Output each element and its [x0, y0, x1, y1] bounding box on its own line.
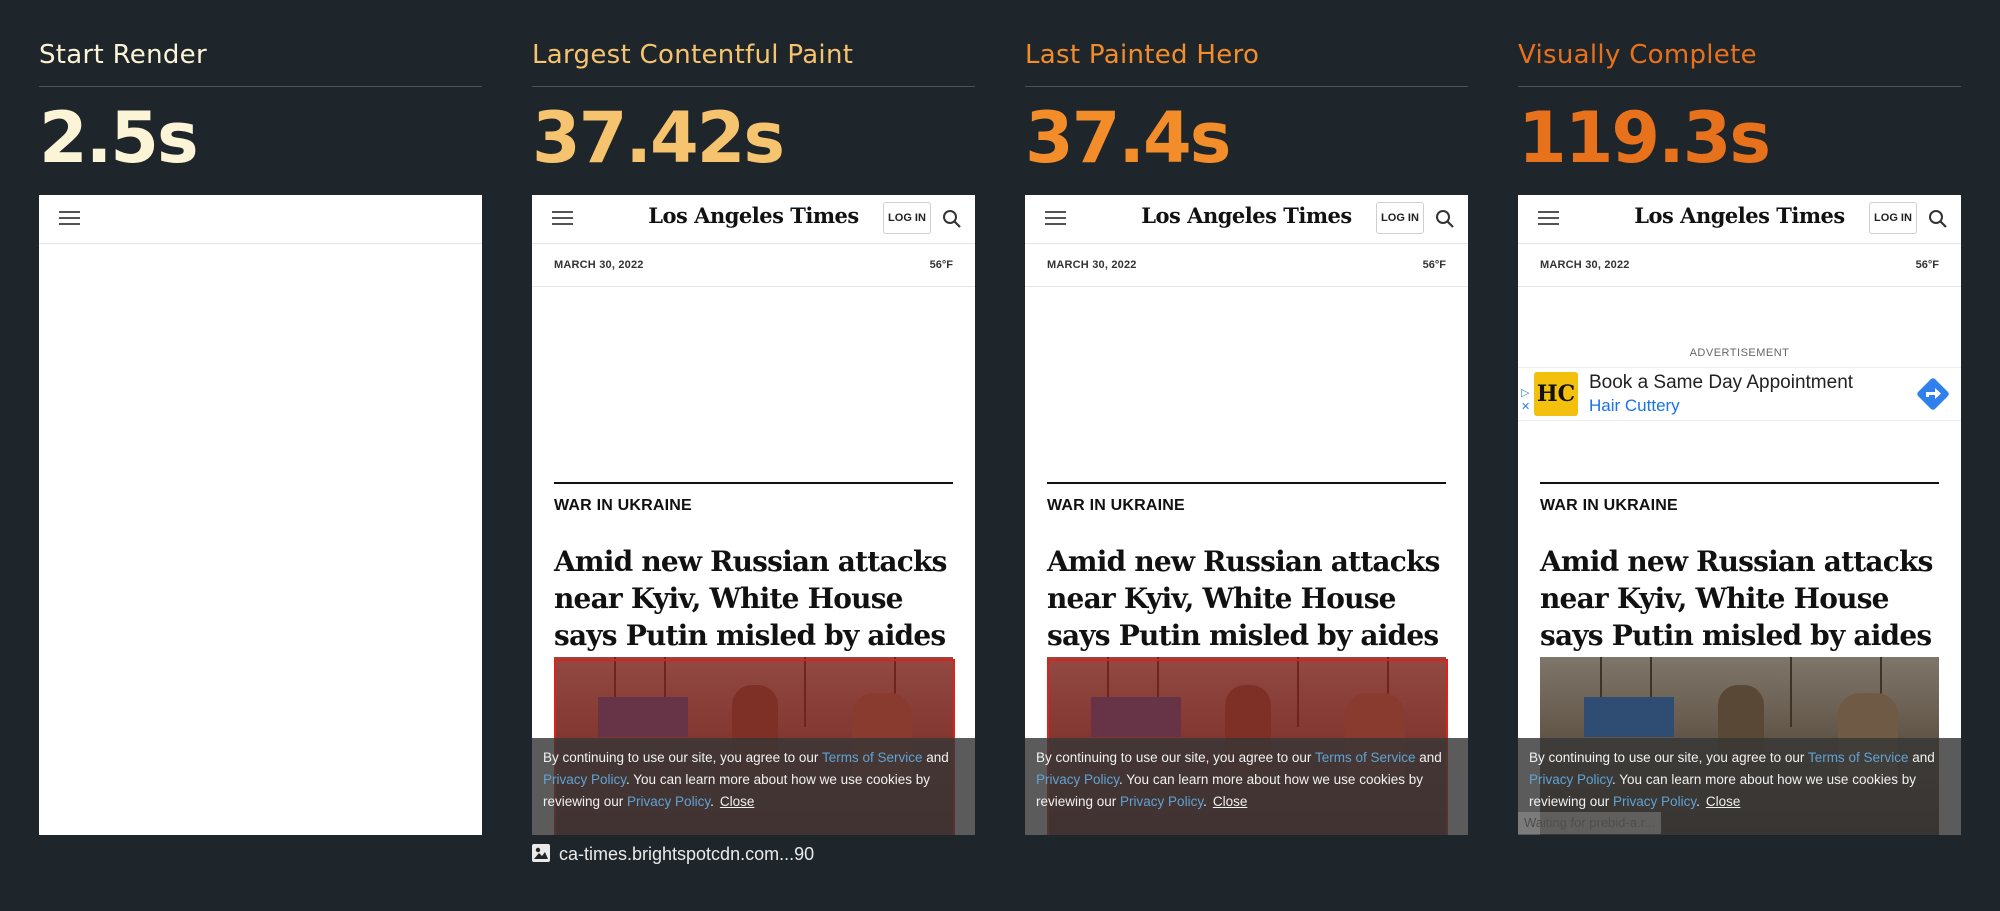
metric-title: Start Render — [39, 40, 207, 70]
article-headline[interactable]: Amid new Russian attacks near Kyiv, Whit… — [1047, 543, 1452, 654]
metric-title: Largest Contentful Paint — [532, 40, 854, 70]
cookie-text: and — [1415, 750, 1442, 765]
divider — [39, 86, 482, 87]
privacy-policy-link[interactable]: Privacy Policy — [627, 794, 710, 809]
directions-arrow-icon[interactable] — [1915, 376, 1951, 412]
article-headline[interactable]: Amid new Russian attacks near Kyiv, Whit… — [554, 543, 959, 654]
ad-choices-icon[interactable]: ▷ ✕ — [1521, 386, 1530, 414]
section-rule — [554, 482, 953, 484]
section-kicker[interactable]: WAR IN UKRAINE — [1540, 497, 1678, 515]
search-icon[interactable] — [1927, 208, 1949, 230]
divider — [1518, 286, 1961, 287]
cookie-text: . — [1203, 794, 1207, 809]
hamburger-menu-icon[interactable] — [59, 207, 83, 231]
login-button[interactable]: LOG IN — [1869, 202, 1917, 234]
metric-title: Last Painted Hero — [1025, 40, 1260, 70]
site-header — [39, 195, 482, 244]
advertisement-label: ADVERTISEMENT — [1689, 347, 1790, 359]
ad-advertiser[interactable]: Hair Cuttery — [1589, 396, 1680, 416]
privacy-policy-link[interactable]: Privacy Policy — [1529, 772, 1612, 787]
privacy-policy-link[interactable]: Privacy Policy — [1613, 794, 1696, 809]
terms-of-service-link[interactable]: Terms of Service — [822, 750, 923, 765]
divider — [1025, 86, 1468, 87]
search-icon[interactable] — [1434, 208, 1456, 230]
privacy-policy-link[interactable]: Privacy Policy — [543, 772, 626, 787]
cookie-banner: By continuing to use our site, you agree… — [532, 738, 975, 835]
cookie-text: By continuing to use our site, you agree… — [1036, 750, 1315, 765]
cookie-text: . — [1696, 794, 1700, 809]
cookie-close-link[interactable]: Close — [1213, 794, 1248, 809]
date-label: MARCH 30, 2022 — [1540, 259, 1630, 271]
filmstrip-frame[interactable]: Los Angeles Times LOG IN MARCH 30, 2022 … — [1025, 195, 1468, 835]
ad-banner[interactable]: ▷ ✕ HC Book a Same Day Appointment Hair C… — [1518, 367, 1961, 421]
section-rule — [1047, 482, 1446, 484]
metric-value: 2.5s — [39, 97, 199, 179]
divider — [532, 286, 975, 287]
metric-value: 119.3s — [1518, 97, 1771, 179]
lcp-element-url: ca-times.brightspotcdn.com...90 — [559, 844, 815, 864]
cookie-text: and — [1908, 750, 1935, 765]
metric-title: Visually Complete — [1518, 40, 1757, 70]
divider — [532, 86, 975, 87]
divider — [1518, 86, 1961, 87]
search-icon[interactable] — [941, 208, 963, 230]
filmstrip-frame[interactable]: Los Angeles Times LOG IN MARCH 30, 2022 … — [532, 195, 975, 835]
loading-status-text: Waiting for prebid-a.r... — [1518, 812, 1662, 834]
cookie-close-link[interactable]: Close — [1706, 794, 1741, 809]
cookie-text: By continuing to use our site, you agree… — [543, 750, 822, 765]
ad-title[interactable]: Book a Same Day Appointment — [1589, 372, 1853, 394]
date-label: MARCH 30, 2022 — [554, 259, 644, 271]
privacy-policy-link[interactable]: Privacy Policy — [1036, 772, 1119, 787]
cookie-text: and — [922, 750, 949, 765]
temperature-label: 56°F — [929, 259, 953, 271]
login-button[interactable]: LOG IN — [1376, 202, 1424, 234]
metric-value: 37.42s — [532, 97, 785, 179]
section-rule — [1540, 482, 1939, 484]
metric-value: 37.4s — [1025, 97, 1231, 179]
image-icon — [532, 844, 550, 862]
terms-of-service-link[interactable]: Terms of Service — [1808, 750, 1909, 765]
filmstrip-frame[interactable]: Los Angeles Times LOG IN MARCH 30, 2022 … — [1518, 195, 1961, 835]
site-header: Los Angeles Times LOG IN — [1518, 195, 1961, 244]
site-header: Los Angeles Times LOG IN — [532, 195, 975, 244]
cookie-text: . — [710, 794, 714, 809]
divider — [1025, 286, 1468, 287]
section-kicker[interactable]: WAR IN UKRAINE — [554, 497, 692, 515]
login-button[interactable]: LOG IN — [883, 202, 931, 234]
filmstrip-frame[interactable] — [39, 195, 482, 835]
temperature-label: 56°F — [1422, 259, 1446, 271]
cookie-close-link[interactable]: Close — [720, 794, 755, 809]
ad-logo: HC — [1534, 372, 1578, 416]
date-label: MARCH 30, 2022 — [1047, 259, 1137, 271]
temperature-label: 56°F — [1915, 259, 1939, 271]
section-kicker[interactable]: WAR IN UKRAINE — [1047, 497, 1185, 515]
site-header: Los Angeles Times LOG IN — [1025, 195, 1468, 244]
cookie-text: By continuing to use our site, you agree… — [1529, 750, 1808, 765]
lcp-element-caption[interactable]: ca-times.brightspotcdn.com...90 — [531, 843, 814, 865]
cookie-banner: By continuing to use our site, you agree… — [1025, 738, 1468, 835]
article-headline[interactable]: Amid new Russian attacks near Kyiv, Whit… — [1540, 543, 1945, 654]
terms-of-service-link[interactable]: Terms of Service — [1315, 750, 1416, 765]
privacy-policy-link[interactable]: Privacy Policy — [1120, 794, 1203, 809]
